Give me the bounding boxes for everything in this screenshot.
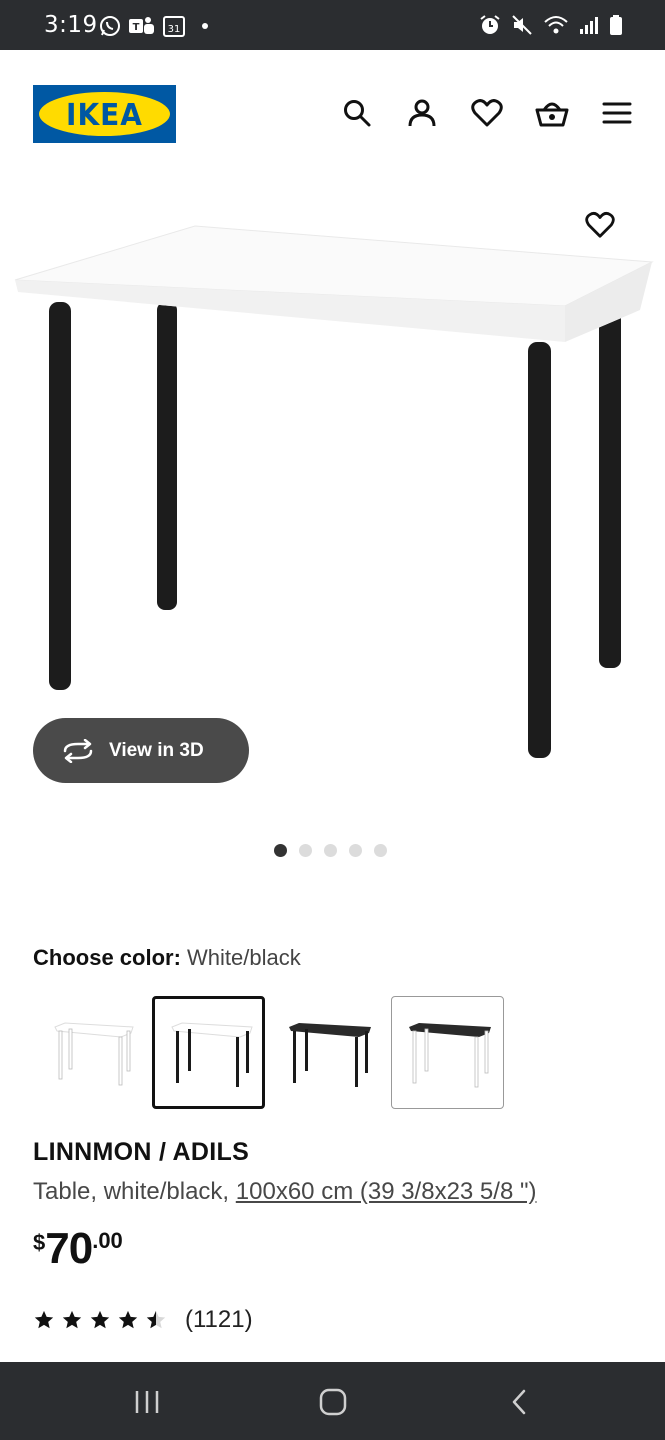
- half-star-icon: [146, 1310, 166, 1329]
- svg-text:31: 31: [168, 24, 181, 35]
- star-icon: [118, 1310, 138, 1329]
- pager-dot[interactable]: [274, 844, 287, 857]
- pager-dot[interactable]: [374, 844, 387, 857]
- add-to-wishlist-button[interactable]: [580, 205, 620, 245]
- signal-icon: [580, 17, 598, 34]
- calendar-icon: 31: [163, 16, 185, 37]
- pager-dot[interactable]: [299, 844, 312, 857]
- rating-stars: [33, 1309, 167, 1331]
- table-leg-back-left: [157, 302, 177, 610]
- product-rating[interactable]: (1121): [33, 1306, 253, 1334]
- menu-icon[interactable]: [600, 96, 634, 130]
- whatsapp-icon: [100, 16, 120, 36]
- wifi-icon: [544, 16, 568, 34]
- view-in-3d-button[interactable]: View in 3D: [33, 718, 249, 783]
- site-header: IKEA: [0, 50, 665, 180]
- product-name: LINNMON / ADILS: [33, 1138, 250, 1166]
- pager-dot[interactable]: [324, 844, 337, 857]
- back-icon: [512, 1389, 526, 1415]
- view-in-3d-label: View in 3D: [109, 739, 204, 761]
- account-icon[interactable]: [405, 96, 439, 130]
- recent-apps-icon: [135, 1391, 159, 1413]
- logo-text: IKEA: [66, 96, 143, 132]
- status-bar: 3:19 T 31: [0, 0, 665, 50]
- product-image[interactable]: [0, 180, 665, 800]
- status-time: 3:19: [44, 12, 98, 38]
- price-decimal: .00: [92, 1228, 123, 1253]
- ikea-logo[interactable]: IKEA: [33, 85, 176, 143]
- selected-color-value: White/black: [187, 945, 301, 970]
- table-leg-front-right: [528, 342, 551, 758]
- rotate-3d-icon: [63, 738, 93, 763]
- teams-icon: T: [129, 17, 154, 34]
- product-description: Table, white/black, 100x60 cm (39 3/8x23…: [33, 1178, 536, 1206]
- back-button[interactable]: [497, 1380, 541, 1424]
- price-currency: $: [33, 1230, 46, 1255]
- heart-icon: [585, 211, 615, 238]
- table-leg-front-left: [49, 302, 71, 690]
- choose-color-label: Choose color:: [33, 945, 181, 970]
- swatch-black-brown-white[interactable]: [391, 996, 504, 1109]
- price-integer: 70: [45, 1224, 93, 1273]
- rating-count: (1121): [185, 1306, 253, 1333]
- image-pager: [274, 844, 387, 857]
- alarm-icon: [480, 15, 500, 34]
- home-button[interactable]: [311, 1380, 355, 1424]
- color-chooser-heading: Choose color: White/black: [33, 945, 301, 971]
- product-description-text: Table, white/black,: [33, 1178, 236, 1205]
- svg-text:T: T: [133, 22, 140, 33]
- mute-icon: [512, 15, 532, 35]
- star-icon: [62, 1310, 82, 1329]
- product-price: $ 70 .00: [33, 1224, 123, 1274]
- notification-dot: [202, 23, 208, 29]
- star-icon: [90, 1310, 110, 1329]
- system-nav-bar: [0, 1362, 665, 1440]
- pager-dot[interactable]: [349, 844, 362, 857]
- star-icon: [34, 1310, 54, 1329]
- search-icon[interactable]: [340, 96, 374, 130]
- swatch-white-black[interactable]: [152, 996, 265, 1109]
- swatch-black-brown[interactable]: [271, 996, 384, 1109]
- home-icon: [319, 1388, 347, 1416]
- table-leg-back-right: [599, 302, 621, 668]
- battery-icon: [610, 15, 622, 35]
- swatch-white[interactable]: [33, 996, 146, 1109]
- product-dimensions-link[interactable]: 100x60 cm (39 3/8x23 5/8 "): [236, 1178, 537, 1205]
- wishlist-icon[interactable]: [470, 96, 504, 130]
- recent-apps-button[interactable]: [125, 1380, 169, 1424]
- basket-icon[interactable]: [535, 96, 569, 130]
